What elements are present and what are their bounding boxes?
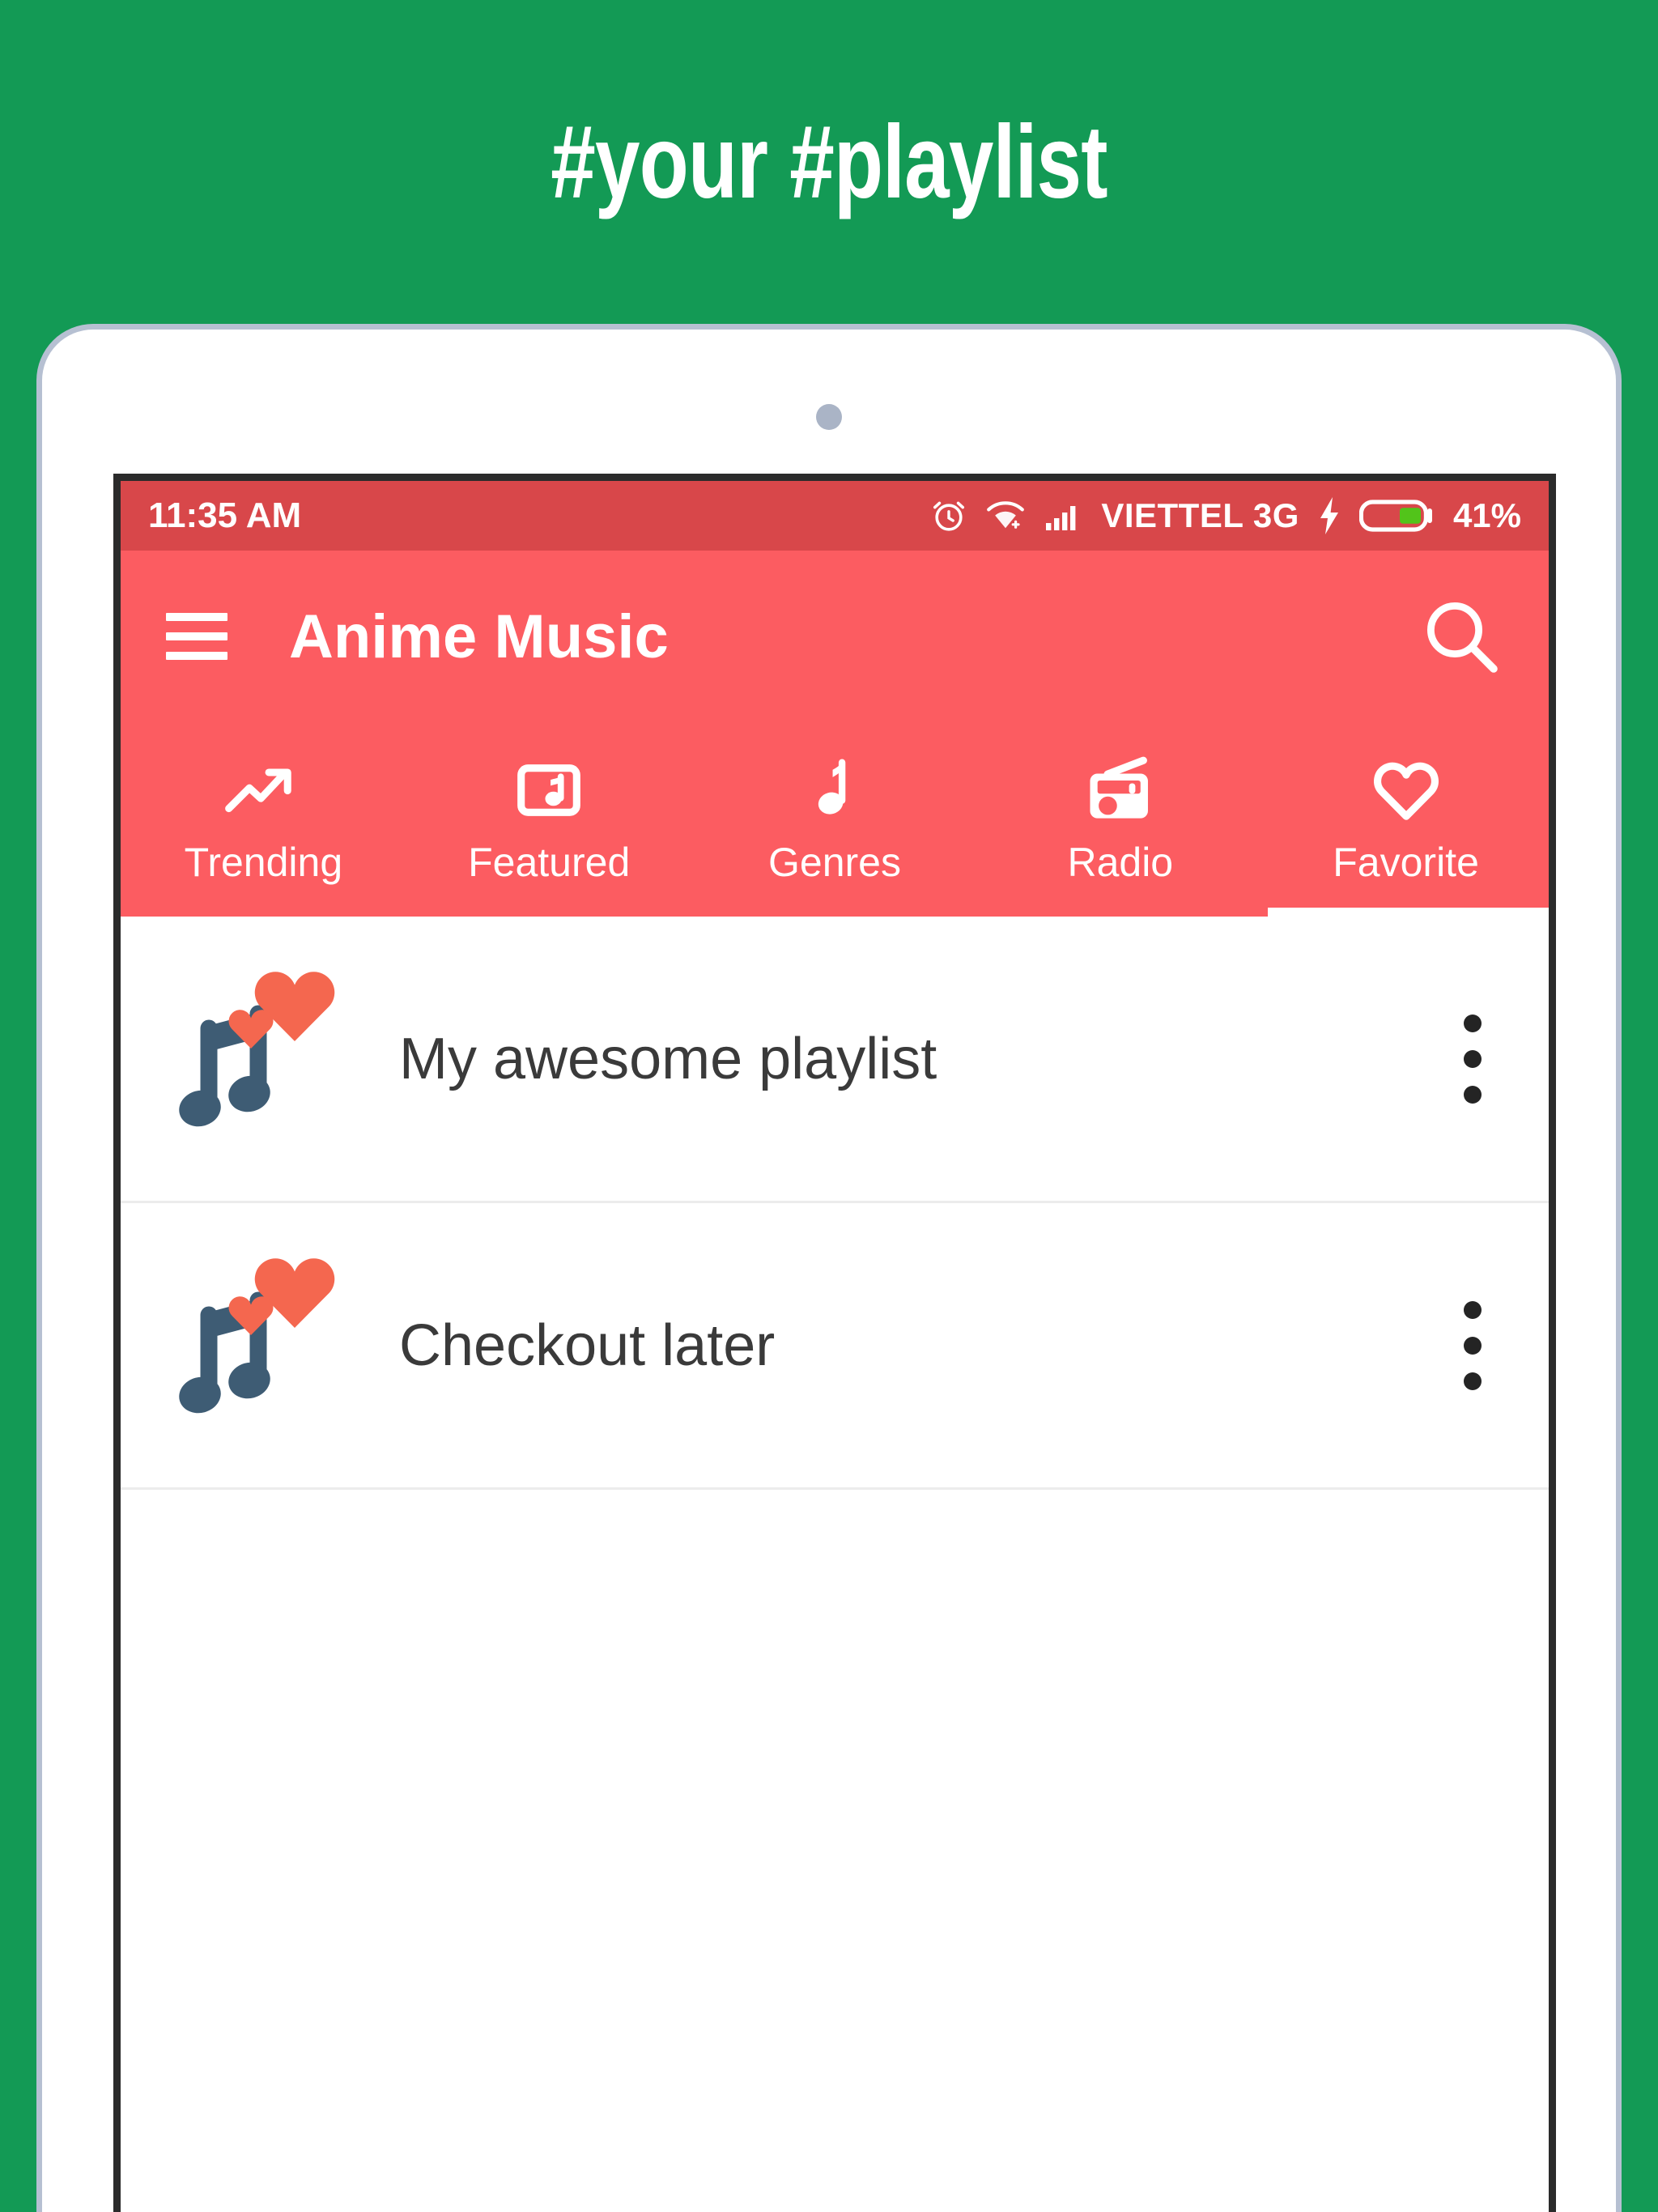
hamburger-menu-icon[interactable] xyxy=(166,613,227,660)
playlist-title: My awesome playlist xyxy=(399,1026,937,1091)
search-icon[interactable] xyxy=(1419,594,1503,678)
music-note-icon xyxy=(806,753,863,827)
tab-label: Featured xyxy=(468,840,631,885)
playlist-title: Checkout later xyxy=(399,1312,776,1378)
signal-icon xyxy=(1043,496,1085,535)
battery-icon xyxy=(1358,496,1437,536)
favorite-music-note-icon xyxy=(159,1236,362,1455)
app-bar: Anime Music xyxy=(121,551,1549,722)
status-battery-percent: 41% xyxy=(1452,496,1521,534)
featured-album-note-icon xyxy=(515,753,583,827)
charging-bolt-icon xyxy=(1316,496,1343,536)
wifi-icon xyxy=(984,496,1027,535)
tab-label: Radio xyxy=(1067,840,1174,885)
heart-outline-icon xyxy=(1369,753,1443,827)
promo-heading: #your #playlist xyxy=(551,104,1107,220)
list-item[interactable]: Checkout later xyxy=(121,1203,1549,1490)
radio-icon xyxy=(1083,753,1158,827)
tab-trending[interactable]: Trending xyxy=(121,722,406,917)
status-indicators: VIETTEL 3G 41% xyxy=(929,496,1521,536)
tab-label: Genres xyxy=(768,840,901,885)
app-title: Anime Music xyxy=(289,602,669,671)
tab-label: Favorite xyxy=(1333,840,1479,885)
alarm-icon xyxy=(929,496,968,535)
playlist-list: My awesome playlist Checkout later xyxy=(121,917,1549,1490)
device-frame: 11:35 AM VIETTEL 3G 41% Anime Music Tren… xyxy=(36,324,1622,2212)
phone-screen: 11:35 AM VIETTEL 3G 41% Anime Music Tren… xyxy=(113,474,1556,2212)
tab-bar: Trending Featured Genres Radio Favorite xyxy=(121,722,1549,917)
status-bar: 11:35 AM VIETTEL 3G 41% xyxy=(121,481,1549,551)
front-camera-icon xyxy=(816,404,842,430)
status-time: 11:35 AM xyxy=(148,496,302,535)
favorite-music-note-icon xyxy=(159,950,362,1168)
overflow-menu-icon[interactable] xyxy=(1435,994,1510,1124)
tab-featured[interactable]: Featured xyxy=(406,722,692,917)
tab-label: Trending xyxy=(184,840,343,885)
status-carrier: VIETTEL 3G xyxy=(1101,496,1299,534)
tab-favorite[interactable]: Favorite xyxy=(1263,722,1549,917)
list-item[interactable]: My awesome playlist xyxy=(121,917,1549,1203)
tab-radio[interactable]: Radio xyxy=(977,722,1263,917)
overflow-menu-icon[interactable] xyxy=(1435,1281,1510,1410)
trending-up-icon xyxy=(224,753,302,827)
tab-genres[interactable]: Genres xyxy=(692,722,978,917)
